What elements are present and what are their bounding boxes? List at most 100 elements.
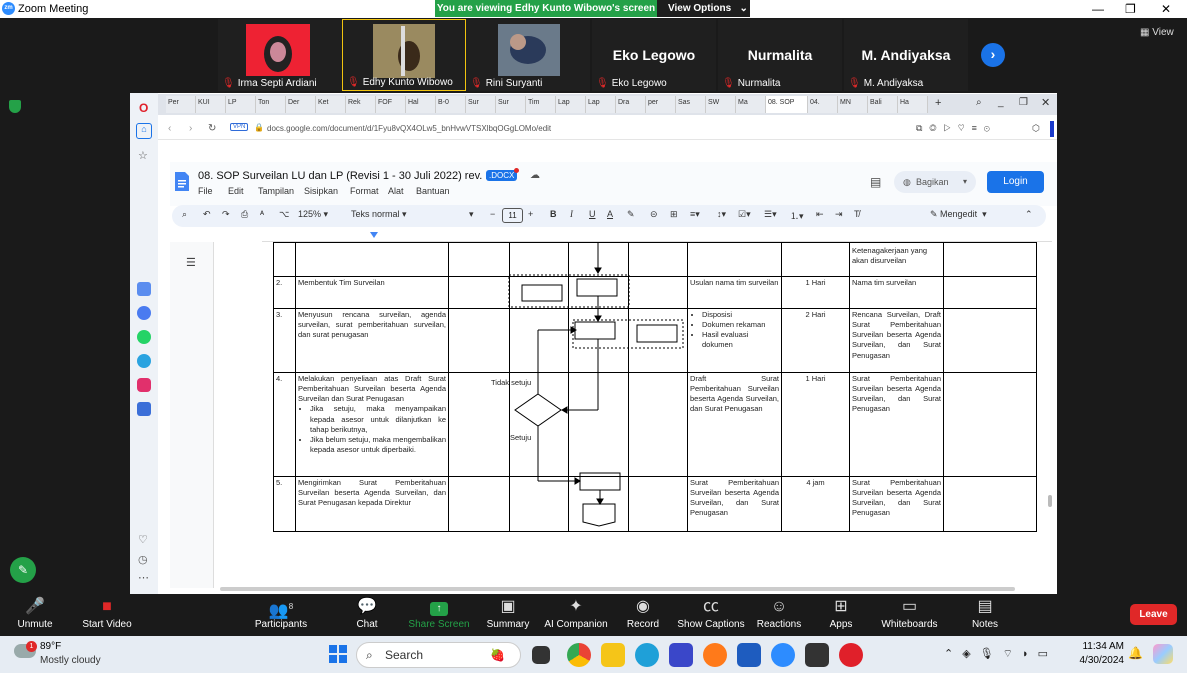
share-screen-button[interactable]: ↑ Share Screen (404, 595, 474, 630)
comment-history-icon[interactable]: ▤ (870, 175, 881, 189)
browser-tab[interactable]: Rek (346, 96, 376, 113)
summary-button[interactable]: ▣ Summary (473, 595, 543, 630)
increase-indent-icon[interactable]: ⇥ (835, 209, 843, 220)
participant-tile[interactable]: Eko Legowo 🎙 Eko Legowo (592, 19, 716, 91)
menu-alat[interactable]: Alat (388, 186, 404, 196)
more-icon[interactable]: ⋯ (138, 571, 149, 584)
undo-icon[interactable]: ↶ (203, 209, 211, 220)
captions-button[interactable]: ㏄ Show Captions (674, 595, 748, 630)
next-participants-button[interactable]: › (981, 43, 1005, 67)
numbered-list-icon[interactable]: ⒈▾ (790, 209, 804, 222)
print-icon[interactable]: ⎙ (241, 209, 248, 220)
copilot-icon[interactable] (1153, 644, 1173, 664)
browser-tab[interactable]: Per (166, 96, 196, 113)
unmute-button[interactable]: 🎤 Unmute (0, 595, 70, 630)
reload-icon[interactable]: ↻ (208, 123, 216, 134)
participant-tile[interactable]: Nurmalita 🎙 Nurmalita (718, 19, 842, 91)
notification-bell-icon[interactable]: 🔔 (1128, 646, 1143, 660)
apps-button[interactable]: ⊞ Apps (806, 595, 876, 630)
font-select[interactable]: ▾ (469, 209, 474, 220)
messenger-icon[interactable] (137, 306, 151, 320)
add-comment-icon[interactable]: ⊞ (670, 209, 678, 220)
browser-tab[interactable]: Ton (256, 96, 286, 113)
vertical-scrollbar[interactable] (1048, 495, 1052, 507)
start-video-button[interactable]: ■ Start Video (72, 595, 142, 630)
edge-icon[interactable] (635, 643, 659, 667)
indent-marker[interactable] (370, 232, 378, 238)
browser-tab[interactable]: Bali (868, 96, 898, 113)
opera-logo-icon[interactable]: O (139, 101, 148, 115)
menu-format[interactable]: Format (350, 186, 379, 196)
whatsapp-icon[interactable] (137, 330, 151, 344)
menu-bantuan[interactable]: Bantuan (416, 186, 450, 196)
menu-file[interactable]: File (198, 186, 213, 196)
highlight-icon[interactable]: ✎ (627, 209, 635, 220)
aria-icon[interactable] (137, 282, 151, 296)
browser-tab[interactable]: Sas (676, 96, 706, 113)
participants-button[interactable]: 👥8 Participants (246, 595, 316, 630)
close-icon[interactable]: ✕ (1161, 2, 1171, 16)
address-bar-actions[interactable]: ⧉◎▷♡≡⊙ (916, 123, 997, 134)
line-spacing-icon[interactable]: ↕▾ (717, 209, 726, 220)
search-tabs-icon[interactable]: ⌕ (976, 97, 982, 108)
whiteboards-button[interactable]: ▭ Whiteboards (872, 595, 947, 630)
collapse-toolbar-icon[interactable]: ⌃ (1025, 209, 1033, 220)
clock-date[interactable]: 4/30/2024 (1078, 655, 1125, 666)
annotate-pencil-icon[interactable]: ✎ (10, 557, 36, 583)
text-color-icon[interactable]: A (607, 209, 613, 219)
home-icon[interactable]: ⌂ (136, 123, 152, 139)
bold-icon[interactable]: B (550, 209, 557, 219)
reactions-button[interactable]: ☺ Reactions (744, 595, 814, 630)
view-button[interactable]: ▦ View (1140, 27, 1174, 38)
task-view-icon[interactable] (532, 646, 550, 664)
windows-start-icon[interactable] (329, 645, 347, 663)
browser-tab[interactable]: FOF (376, 96, 406, 113)
instagram-icon[interactable] (137, 378, 151, 392)
browser-tab[interactable]: LP (226, 96, 256, 113)
browser-tab[interactable]: Dra (616, 96, 646, 113)
paint-format-icon[interactable]: ⌥ (279, 209, 289, 220)
vk-icon[interactable] (137, 402, 151, 416)
italic-icon[interactable]: I (570, 209, 573, 219)
browser-tab[interactable]: KUI (196, 96, 226, 113)
extensions-icon[interactable]: ⬡ (1032, 123, 1040, 134)
horizontal-scrollbar[interactable] (220, 587, 1015, 591)
participant-tile[interactable]: 🎙 Rini Suryanti (466, 19, 590, 91)
clock-time[interactable]: 11:34 AM (1080, 641, 1124, 652)
record-button[interactable]: ◉ Record (608, 595, 678, 630)
telegram-icon[interactable] (137, 354, 151, 368)
browser-tab[interactable]: Sur (496, 96, 526, 113)
file-explorer-icon[interactable] (601, 643, 625, 667)
browser-tab[interactable]: Ket (316, 96, 346, 113)
weather-desc[interactable]: Mostly cloudy (40, 655, 101, 666)
increase-font-icon[interactable]: + (528, 209, 533, 219)
opera-taskbar-icon[interactable] (839, 643, 863, 667)
participant-tile[interactable]: 🎙 Irma Septi Ardiani (218, 19, 342, 91)
browser-tab[interactable]: MN (838, 96, 868, 113)
participant-tile[interactable]: M. Andiyaksa 🎙 M. Andiyaksa (844, 19, 968, 91)
view-options-button[interactable]: View Options ⌄ (657, 0, 750, 17)
font-size-input[interactable]: 11 (502, 208, 523, 223)
browser-tab[interactable]: Lap (556, 96, 586, 113)
browser-close-icon[interactable]: ✕ (1041, 96, 1050, 109)
leave-button[interactable]: Leave (1130, 604, 1177, 625)
browser-tab[interactable]: 08. SOP (766, 96, 808, 113)
login-button[interactable]: Login (987, 171, 1044, 193)
zoom-select[interactable]: 125% ▾ (298, 209, 328, 220)
chrome-icon[interactable] (567, 643, 591, 667)
document-title[interactable]: 08. SOP Surveilan LU dan LP (Revisi 1 - … (198, 170, 498, 182)
browser-tab[interactable]: Der (286, 96, 316, 113)
browser-tab[interactable]: per (646, 96, 676, 113)
decrease-font-icon[interactable]: − (490, 209, 495, 219)
zoom-taskbar-icon[interactable] (771, 643, 795, 667)
browser-tab[interactable]: 04. (808, 96, 838, 113)
browser-tab[interactable]: B-0 (436, 96, 466, 113)
clear-formatting-icon[interactable]: T̸ (854, 209, 860, 219)
browser-tab[interactable]: Ma (736, 96, 766, 113)
restore-icon[interactable]: ❐ (1125, 2, 1136, 16)
decrease-indent-icon[interactable]: ⇤ (816, 209, 824, 220)
minimize-icon[interactable]: — (1092, 2, 1104, 16)
heart-icon[interactable]: ♡ (138, 533, 148, 546)
bullet-list-icon[interactable]: ☰▾ (764, 209, 777, 220)
notes-button[interactable]: ▤ Notes (950, 595, 1020, 630)
